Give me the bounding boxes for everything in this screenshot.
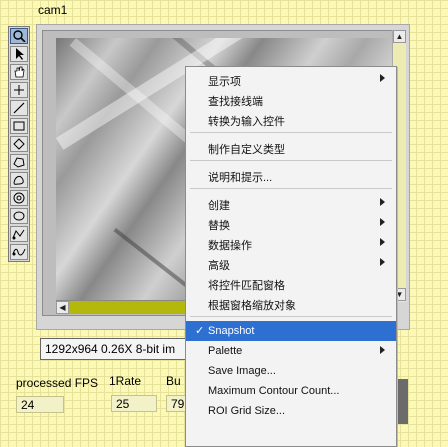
menu-item-label: 制作自定义类型 (208, 144, 285, 156)
point-tool[interactable] (10, 82, 28, 98)
annulus-tool[interactable] (10, 190, 28, 206)
polygon-tool[interactable] (10, 154, 28, 170)
background-control (396, 379, 408, 424)
submenu-arrow-icon (380, 74, 385, 82)
menu-item-label: 将控件匹配窗格 (208, 280, 285, 292)
menu-item[interactable]: 根据窗格缩放对象 (186, 293, 396, 313)
submenu-arrow-icon (380, 346, 385, 354)
menu-item[interactable]: 制作自定义类型 (186, 137, 396, 157)
submenu-arrow-icon (380, 258, 385, 266)
tool-palette (8, 26, 30, 262)
pan-tool[interactable] (10, 64, 28, 80)
rate-indicator: 25 (111, 395, 157, 412)
buffer-label: Bu (166, 374, 181, 388)
buffer-indicator: 79 (166, 395, 186, 412)
menu-item-label: Palette (208, 345, 243, 357)
submenu-arrow-icon (380, 238, 385, 246)
scroll-left-button[interactable]: ◀ (56, 301, 69, 314)
menu-item-label: 转换为输入控件 (208, 116, 285, 128)
rectangle-tool[interactable] (10, 118, 28, 134)
menu-item-label: 数据操作 (208, 240, 252, 252)
menu-item[interactable]: 数据操作 (186, 233, 396, 253)
fps-indicator: 24 (16, 396, 64, 413)
menu-item-label: 查找接线端 (208, 96, 263, 108)
menu-item-label: Maximum Contour Count... (208, 385, 340, 397)
scroll-up-button[interactable]: ▲ (393, 30, 406, 43)
menu-item[interactable]: 将控件匹配窗格 (186, 273, 396, 293)
line-tool[interactable] (10, 100, 28, 116)
menu-item[interactable]: 显示项 (186, 69, 396, 89)
context-menu: 显示项查找接线端转换为输入控件 制作自定义类型 说明和提示... 创建替换数据操作高级… (185, 66, 397, 447)
menu-item[interactable]: 创建 (186, 193, 396, 213)
rotated-rectangle-tool[interactable] (10, 136, 28, 152)
menu-item-label: ROI Grid Size... (208, 405, 286, 417)
menu-item-label: 替换 (208, 220, 230, 232)
rate-label: 1Rate (109, 374, 142, 388)
menu-separator (190, 316, 392, 317)
menu-separator (190, 132, 392, 133)
image-info-bar: 1292x964 0.26X 8-bit im (40, 338, 192, 360)
menu-item-label: 根据窗格缩放对象 (208, 300, 296, 312)
submenu-arrow-icon (380, 198, 385, 206)
submenu-arrow-icon (380, 218, 385, 226)
menu-item[interactable]: Maximum Contour Count... (186, 381, 396, 401)
menu-item[interactable]: 替换 (186, 213, 396, 233)
menu-item[interactable]: 查找接线端 (186, 89, 396, 109)
freehand-tool[interactable] (10, 172, 28, 188)
menu-item-label: Save Image... (208, 365, 276, 377)
menu-item[interactable]: Palette (186, 341, 396, 361)
freehand-line-tool[interactable] (10, 244, 28, 260)
check-icon: ✓ (195, 325, 205, 337)
menu-item-label: 说明和提示... (208, 172, 273, 184)
menu-separator (190, 188, 392, 189)
menu-item-label: 高级 (208, 260, 230, 272)
menu-item[interactable]: 转换为输入控件 (186, 109, 396, 129)
menu-separator (190, 160, 392, 161)
window-title: cam1 (38, 3, 68, 17)
menu-item[interactable]: ✓ Snapshot (186, 321, 396, 341)
oval-tool[interactable] (10, 208, 28, 224)
menu-item[interactable]: 高级 (186, 253, 396, 273)
menu-item[interactable]: ROI Grid Size... (186, 401, 396, 421)
zoom-tool[interactable] (10, 28, 28, 44)
fps-label: processed FPS (16, 376, 99, 390)
menu-item-label: Snapshot (208, 325, 255, 337)
menu-item-label: 显示项 (208, 76, 241, 88)
menu-item-label: 创建 (208, 200, 230, 212)
menu-item[interactable]: Save Image... (186, 361, 396, 381)
menu-item[interactable]: 说明和提示... (186, 165, 396, 185)
select-tool[interactable] (10, 46, 28, 62)
broken-line-tool[interactable] (10, 226, 28, 242)
